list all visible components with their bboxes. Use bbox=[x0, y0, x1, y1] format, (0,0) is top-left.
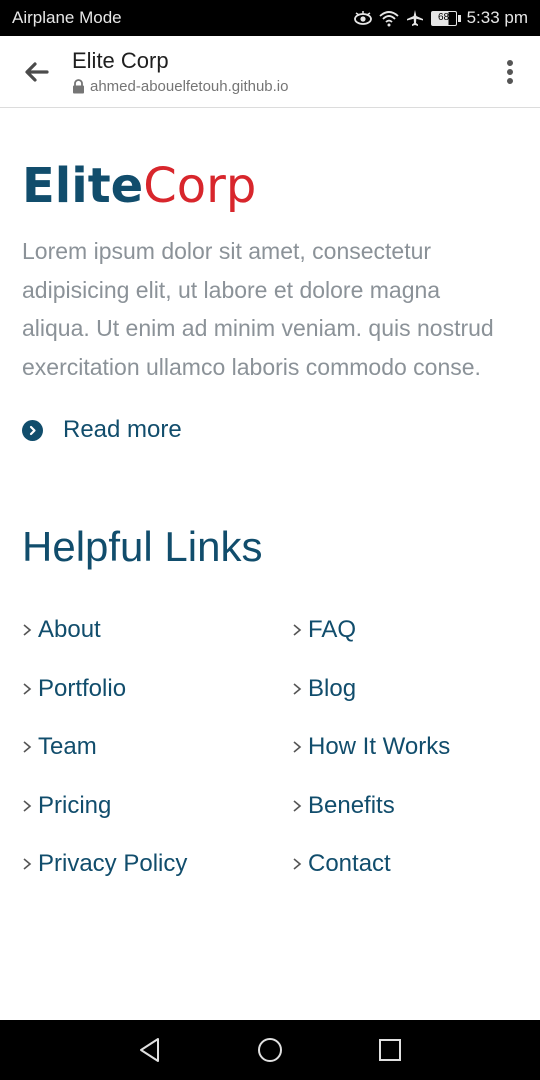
link-label: Pricing bbox=[38, 791, 112, 819]
lock-icon bbox=[73, 78, 84, 94]
nav-back-button[interactable] bbox=[120, 1020, 180, 1080]
chevron-right-icon bbox=[23, 682, 32, 695]
url-text: ahmed-abouelfetouh.github.io bbox=[90, 77, 289, 95]
chevron-right-icon bbox=[23, 799, 32, 812]
intro-paragraph: Lorem ipsum dolor sit amet, consectetur … bbox=[22, 238, 494, 380]
status-icons: 68 5:33 pm bbox=[353, 8, 528, 28]
link-pricing[interactable]: Pricing bbox=[22, 788, 292, 824]
system-nav-bar bbox=[0, 1020, 540, 1080]
link-about[interactable]: About bbox=[22, 612, 292, 648]
battery-level: 68 bbox=[430, 10, 457, 26]
page-content: EliteCorp Lorem ipsum dolor sit amet, co… bbox=[0, 108, 540, 1020]
back-triangle-icon bbox=[140, 1038, 159, 1062]
chevron-right-icon bbox=[23, 624, 32, 636]
link-label: Blog bbox=[308, 674, 357, 702]
nav-home-button[interactable] bbox=[240, 1020, 300, 1080]
link-label: Team bbox=[38, 733, 97, 760]
logo-elite: Elite bbox=[22, 158, 144, 214]
link-label: Benefits bbox=[308, 791, 395, 819]
link-portfolio[interactable]: Portfolio bbox=[22, 671, 292, 707]
overflow-menu-button[interactable] bbox=[480, 36, 540, 108]
page-info[interactable]: Elite Corp ahmed-abouelfetouh.github.io bbox=[72, 48, 480, 94]
eye-icon bbox=[353, 11, 372, 25]
link-label: Portfolio bbox=[38, 674, 127, 702]
chevron-right-icon bbox=[293, 741, 302, 753]
link-benefits[interactable]: Benefits bbox=[292, 788, 512, 824]
chevron-right-icon bbox=[23, 741, 32, 753]
chevron-right-icon bbox=[293, 682, 302, 695]
home-circle-icon bbox=[258, 1038, 282, 1062]
chevron-right-icon bbox=[293, 624, 302, 636]
clock: 5:33 pm bbox=[466, 8, 528, 27]
read-more-label: Read more bbox=[63, 416, 182, 443]
back-arrow-icon bbox=[25, 61, 49, 82]
carrier-text: Airplane Mode bbox=[12, 8, 122, 27]
recents-square-icon bbox=[379, 1039, 401, 1061]
more-vert-icon bbox=[507, 59, 513, 84]
brand-logo[interactable]: EliteCorp bbox=[22, 158, 518, 214]
link-label: Privacy Policy bbox=[38, 850, 188, 877]
link-team[interactable]: Team bbox=[22, 729, 292, 765]
battery-icon: 68 bbox=[430, 10, 461, 26]
status-bar: Airplane Mode 68 5:33 pm bbox=[0, 0, 540, 36]
link-label: FAQ bbox=[308, 616, 357, 643]
nav-recents-button[interactable] bbox=[360, 1020, 420, 1080]
link-contact[interactable]: Contact bbox=[292, 846, 512, 882]
link-privacy-policy[interactable]: Privacy Policy bbox=[22, 846, 292, 882]
helpful-links-grid: About FAQ Portfolio Blog Team How It Wor… bbox=[22, 612, 518, 882]
url-display: ahmed-abouelfetouh.github.io bbox=[72, 78, 480, 95]
helpful-links-heading: Helpful Links bbox=[22, 523, 263, 570]
link-label: About bbox=[38, 616, 101, 643]
browser-toolbar: Elite Corp ahmed-abouelfetouh.github.io bbox=[0, 36, 540, 108]
airplane-icon bbox=[406, 10, 423, 26]
logo-corp: Corp bbox=[143, 158, 257, 214]
link-blog[interactable]: Blog bbox=[292, 671, 512, 707]
wifi-icon bbox=[378, 11, 399, 27]
chevron-circle-right-icon bbox=[22, 419, 43, 441]
chevron-right-icon bbox=[293, 858, 302, 870]
link-label: How It Works bbox=[308, 733, 451, 760]
link-faq[interactable]: FAQ bbox=[292, 612, 512, 648]
link-label: Contact bbox=[308, 850, 391, 877]
read-more-link[interactable]: Read more bbox=[22, 416, 518, 444]
back-button[interactable] bbox=[0, 36, 72, 108]
link-how-it-works[interactable]: How It Works bbox=[292, 729, 512, 765]
chevron-right-icon bbox=[293, 799, 302, 812]
page-title: Elite Corp bbox=[72, 48, 169, 74]
chevron-right-icon bbox=[23, 858, 32, 870]
